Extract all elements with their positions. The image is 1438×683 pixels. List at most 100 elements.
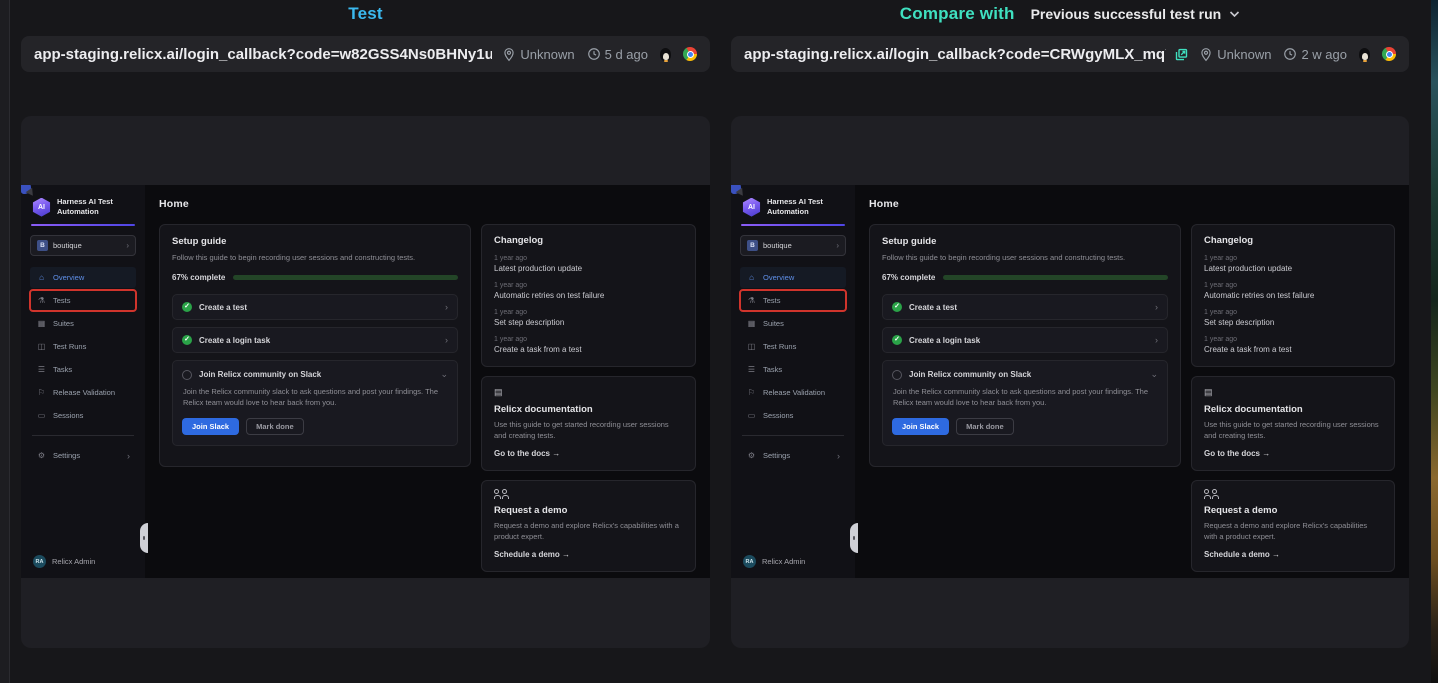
- setup-item-create-login-task[interactable]: ✓ Create a login task ›: [882, 327, 1168, 353]
- sidebar-item-suites[interactable]: ▦ Suites: [740, 313, 846, 334]
- sidebar-item-overview[interactable]: ⌂ Overview: [740, 267, 846, 288]
- project-selector[interactable]: B boutique ›: [30, 235, 136, 256]
- setup-item-create-test[interactable]: ✓ Create a test ›: [172, 294, 458, 320]
- chevron-down-icon: ⌄: [1150, 369, 1158, 380]
- sidebar-item-test-runs[interactable]: ◫ Test Runs: [30, 336, 136, 357]
- location-pin-icon: [1199, 47, 1213, 62]
- sidebar-item-release-validation[interactable]: ⚐ Release Validation: [30, 382, 136, 403]
- setup-guide-description: Follow this guide to begin recording use…: [882, 253, 1168, 263]
- setup-guide-title: Setup guide: [882, 236, 1168, 247]
- screen-icon: ▭: [36, 411, 47, 420]
- app-main: Home Setup guide Follow this guide to be…: [855, 185, 1409, 578]
- compare-run-dropdown[interactable]: Previous successful test run: [1031, 6, 1241, 22]
- sidebar-item-settings[interactable]: ⚙ Settings ›: [740, 445, 846, 466]
- sidebar-divider: [742, 435, 844, 436]
- empty-circle-icon: [892, 370, 902, 380]
- changelog-card: Changelog 1 year ago Latest production u…: [1191, 224, 1395, 367]
- sidebar-item-tests[interactable]: ⚗ Tests: [30, 290, 136, 311]
- people-icon: [494, 491, 683, 499]
- harness-logo-icon: AI: [32, 198, 51, 217]
- chevron-right-icon: ›: [1155, 302, 1158, 312]
- book-icon: ▤: [494, 387, 683, 398]
- join-slack-description: Join the Relicx community slack to ask q…: [893, 387, 1157, 409]
- setup-item-join-slack: Join Relicx community on Slack ⌄ Join th…: [882, 360, 1168, 446]
- documentation-title: Relicx documentation: [494, 404, 683, 415]
- mouse-cursor-marker: [21, 185, 31, 194]
- mark-done-button[interactable]: Mark done: [956, 418, 1014, 435]
- go-to-docs-link[interactable]: Go to the docs →: [494, 449, 683, 458]
- sidebar-item-sessions[interactable]: ▭ Sessions: [740, 405, 846, 426]
- right-panel-title: Compare with: [900, 4, 1015, 24]
- chevron-right-icon: ›: [836, 241, 839, 250]
- clock-icon: [1283, 47, 1297, 61]
- user-menu[interactable]: RA Relicx Admin: [740, 555, 846, 568]
- gear-icon: ⚙: [36, 451, 47, 460]
- setup-item-create-test[interactable]: ✓ Create a test ›: [882, 294, 1168, 320]
- left-url-text: app-staging.relicx.ai/login_callback?cod…: [34, 46, 492, 63]
- chevron-right-icon: ›: [445, 335, 448, 345]
- chevron-right-icon: ›: [837, 451, 840, 461]
- sidebar-item-tests[interactable]: ⚗ Tests: [740, 290, 846, 311]
- sidebar-item-overview[interactable]: ⌂ Overview: [30, 267, 136, 288]
- list-icon: ☰: [36, 365, 47, 374]
- avatar: RA: [743, 555, 756, 568]
- schedule-demo-link[interactable]: Schedule a demo →: [1204, 550, 1382, 559]
- request-demo-title: Request a demo: [1204, 505, 1382, 516]
- sidebar-item-settings[interactable]: ⚙ Settings ›: [30, 445, 136, 466]
- project-badge: B: [747, 240, 758, 251]
- progress-bar: [233, 275, 458, 280]
- right-screenshot-frame: AI Harness AI Test Automation B boutique…: [731, 116, 1409, 648]
- left-url-meta: Unknown 5 d ago: [492, 47, 697, 62]
- flask-icon: ⚗: [746, 296, 757, 305]
- compare-run-dropdown-label: Previous successful test run: [1031, 6, 1222, 22]
- screen-icon: ▭: [746, 411, 757, 420]
- right-location: Unknown: [1199, 47, 1271, 62]
- setup-item-join-slack: Join Relicx community on Slack ⌄ Join th…: [172, 360, 458, 446]
- sidebar-item-tasks[interactable]: ☰ Tasks: [30, 359, 136, 380]
- check-circle-icon: ✓: [892, 302, 902, 312]
- sidebar-divider: [32, 435, 134, 436]
- sidebar-item-sessions[interactable]: ▭ Sessions: [30, 405, 136, 426]
- left-age-label: 5 d ago: [605, 47, 648, 62]
- check-circle-icon: ✓: [182, 335, 192, 345]
- flag-icon: ⚐: [746, 388, 757, 397]
- sidebar-item-suites[interactable]: ▦ Suites: [30, 313, 136, 334]
- left-url-bar[interactable]: app-staging.relicx.ai/login_callback?cod…: [21, 36, 710, 72]
- right-panel-header: Compare with Previous successful test ru…: [731, 0, 1409, 27]
- setup-item-join-slack-header[interactable]: Join Relicx community on Slack ⌄: [182, 369, 448, 380]
- window-left-rail: [0, 0, 10, 683]
- sidebar-item-tasks[interactable]: ☰ Tasks: [740, 359, 846, 380]
- mark-done-button[interactable]: Mark done: [246, 418, 304, 435]
- grid-icon: ▦: [36, 319, 47, 328]
- progress-row: 67% complete: [172, 273, 458, 282]
- right-url-bar[interactable]: app-staging.relicx.ai/login_callback?cod…: [731, 36, 1409, 72]
- sidebar-item-test-runs[interactable]: ◫ Test Runs: [740, 336, 846, 357]
- sidebar-collapse-handle[interactable]: [850, 523, 858, 553]
- request-demo-description: Request a demo and explore Relicx's capa…: [1204, 521, 1382, 542]
- left-panel-header: Test: [21, 0, 710, 27]
- documentation-title: Relicx documentation: [1204, 404, 1382, 415]
- documentation-card: ▤ Relicx documentation Use this guide to…: [1191, 376, 1395, 471]
- changelog-entry: 1 year ago Set step description: [1204, 309, 1382, 327]
- location-pin-icon: [502, 47, 516, 62]
- external-link-icon[interactable]: [1174, 47, 1189, 62]
- join-slack-description: Join the Relicx community slack to ask q…: [183, 387, 447, 409]
- brand-name: Harness AI Test Automation: [57, 197, 134, 217]
- setup-item-create-login-task[interactable]: ✓ Create a login task ›: [172, 327, 458, 353]
- user-menu[interactable]: RA Relicx Admin: [30, 555, 136, 568]
- project-name: boutique: [763, 241, 792, 250]
- changelog-title: Changelog: [1204, 235, 1382, 246]
- brand: AI Harness AI Test Automation: [740, 197, 846, 217]
- setup-item-join-slack-header[interactable]: Join Relicx community on Slack ⌄: [892, 369, 1158, 380]
- sidebar-item-release-validation[interactable]: ⚐ Release Validation: [740, 382, 846, 403]
- join-slack-button[interactable]: Join Slack: [182, 418, 239, 435]
- join-slack-button[interactable]: Join Slack: [892, 418, 949, 435]
- people-icon: [1204, 491, 1382, 499]
- go-to-docs-link[interactable]: Go to the docs →: [1204, 449, 1382, 458]
- documentation-description: Use this guide to get started recording …: [494, 420, 683, 441]
- request-demo-card: Request a demo Request a demo and explor…: [481, 480, 696, 572]
- sidebar-collapse-handle[interactable]: [140, 523, 148, 553]
- project-selector[interactable]: B boutique ›: [740, 235, 846, 256]
- schedule-demo-link[interactable]: Schedule a demo →: [494, 550, 683, 559]
- left-location: Unknown: [502, 47, 574, 62]
